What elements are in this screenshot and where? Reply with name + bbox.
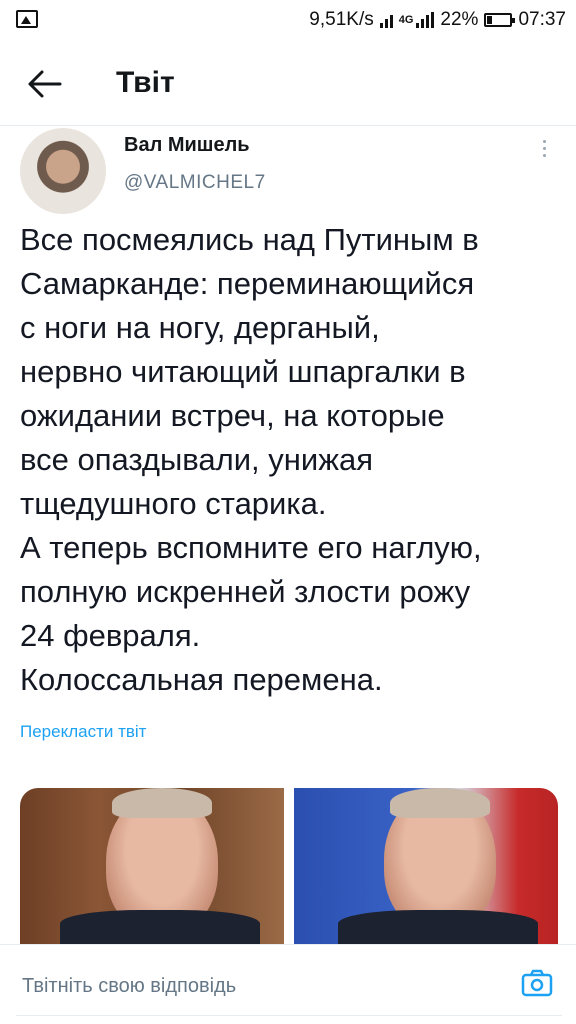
back-button[interactable] xyxy=(22,66,66,102)
tweet-media xyxy=(20,788,558,944)
status-bar: 9,51K/s 4G 22% 07:37 xyxy=(0,0,576,40)
tweet-text-line: ожидании встреч, на которые xyxy=(20,398,445,433)
tweet-text-line: тщедушного старика. xyxy=(20,486,327,521)
reply-input[interactable] xyxy=(22,971,482,1001)
network-type: 4G xyxy=(398,14,414,26)
status-right: 9,51K/s 4G 22% 07:37 xyxy=(309,8,566,32)
translate-tweet-link[interactable]: Перекласти твіт xyxy=(20,722,146,742)
tweet-text-line: все опаздывали, унижая xyxy=(20,442,373,477)
header: Твіт xyxy=(0,40,576,126)
tweet-text-line: Все посмеялись над Путиным в xyxy=(20,222,479,257)
tweet-photo-1[interactable] xyxy=(20,788,284,944)
tweet-photo-2[interactable] xyxy=(294,788,558,944)
reply-bar xyxy=(0,944,576,1024)
signal-icon xyxy=(379,12,393,28)
tweet-text-line: нервно читающий шпаргалки в xyxy=(20,354,466,389)
tweet-text-line: с ноги на ногу, дерганый, xyxy=(20,310,380,345)
battery-icon xyxy=(484,13,516,27)
avatar[interactable] xyxy=(20,128,106,214)
author-name[interactable]: Вал Мишель xyxy=(124,134,250,157)
tweet-text-line: полную искренней злости рожу xyxy=(20,574,471,609)
author-handle[interactable]: @VALMICHEL7 xyxy=(124,172,266,194)
camera-button[interactable] xyxy=(520,967,554,999)
tweet-text: Все посмеялись над Путиным в Самарканде:… xyxy=(20,218,560,702)
tweet-text-line: Самарканде: переминающийся xyxy=(20,266,475,301)
tweet-text-line: Колоссальная перемена. xyxy=(20,662,383,697)
tweet-text-line: А теперь вспомните его наглую, xyxy=(20,530,482,565)
battery-percent: 22% xyxy=(440,9,479,30)
more-options-button[interactable] xyxy=(536,132,552,164)
image-icon xyxy=(16,10,38,28)
camera-icon xyxy=(521,969,553,997)
tweet-text-line: 24 февраля. xyxy=(20,618,201,653)
arrow-left-icon xyxy=(28,70,62,98)
more-vertical-icon xyxy=(542,139,546,143)
clock: 07:37 xyxy=(518,9,566,30)
signal-icon-2 xyxy=(416,12,435,28)
tweet-author: Вал Мишель @VALMICHEL7 xyxy=(0,128,576,214)
page-title: Твіт xyxy=(116,66,175,99)
network-speed: 9,51K/s xyxy=(309,9,374,30)
reply-divider xyxy=(16,1015,562,1016)
